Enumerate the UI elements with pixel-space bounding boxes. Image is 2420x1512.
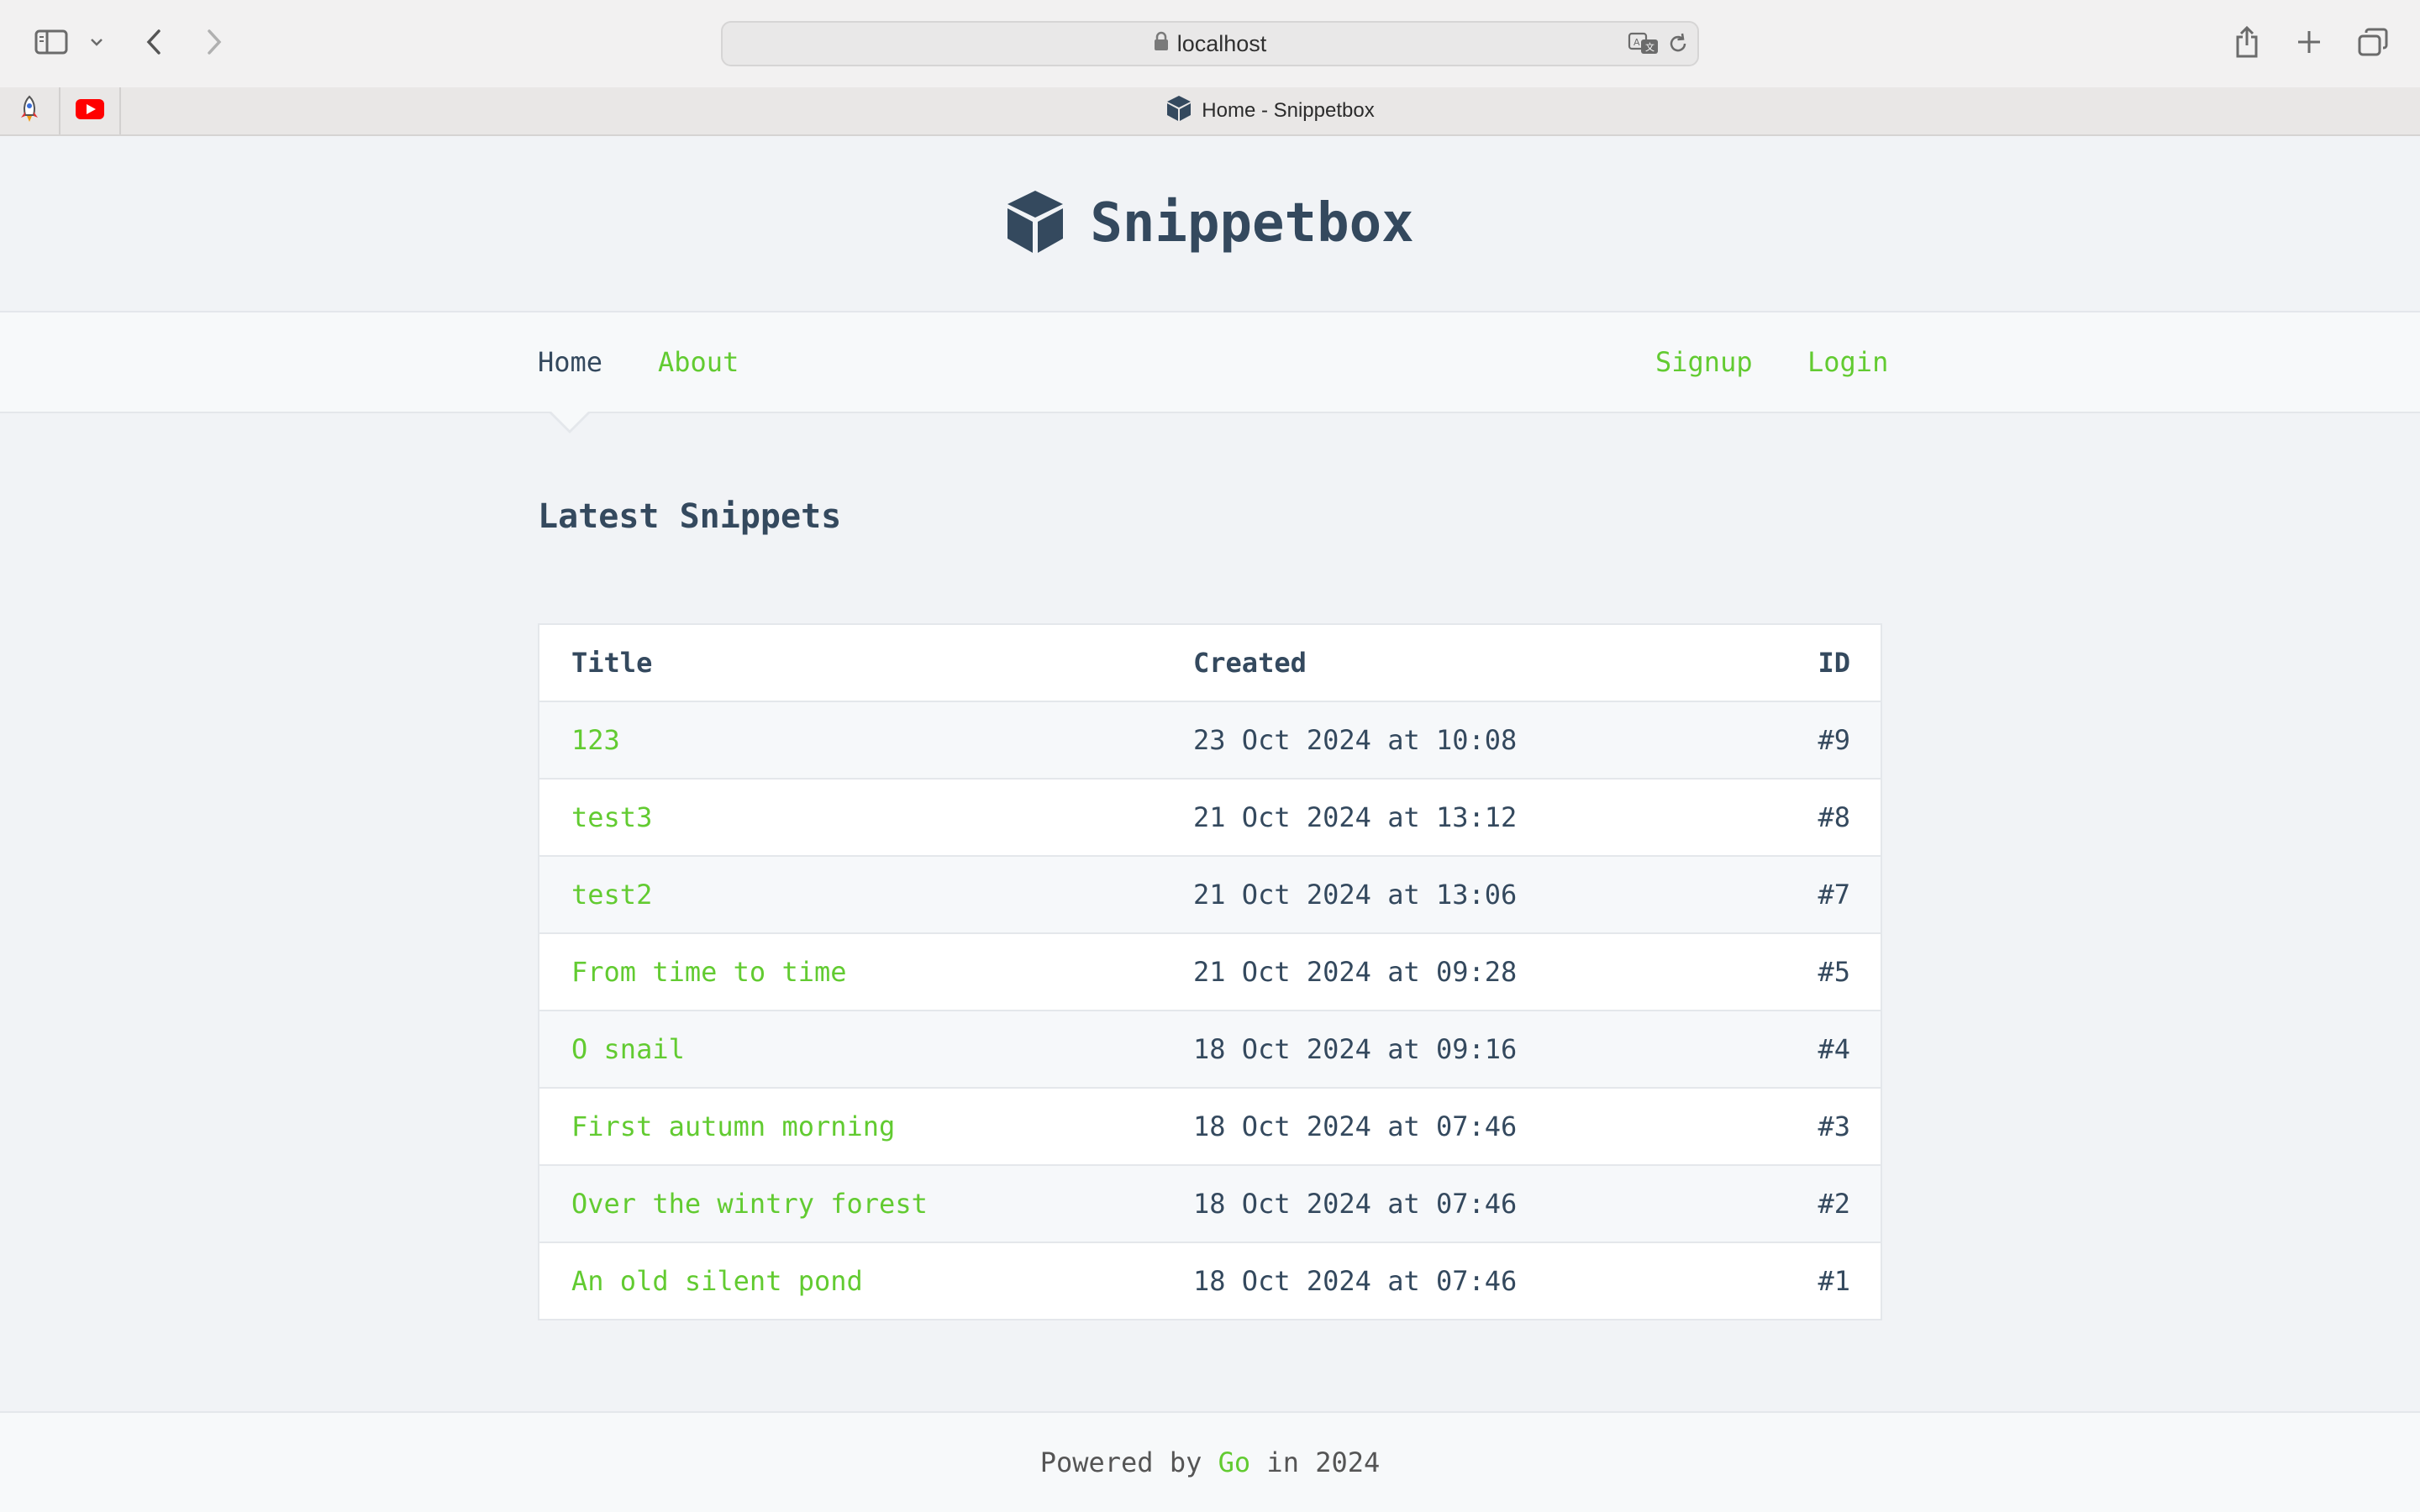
snippet-id: #5: [1818, 956, 1850, 988]
snippet-title-link[interactable]: O snail: [571, 1033, 685, 1065]
snippet-created: 18 Oct 2024 at 07:46: [1193, 1265, 1518, 1297]
page: Snippetbox Home About Signup Login Lates…: [0, 136, 2420, 1512]
snippet-title-link[interactable]: test2: [571, 879, 652, 911]
active-tab[interactable]: Home - Snippetbox: [121, 87, 2420, 134]
snippet-title-link[interactable]: 123: [571, 724, 620, 756]
share-icon[interactable]: [2232, 24, 2262, 60]
address-bar[interactable]: localhost A文: [721, 21, 1699, 66]
chevron-down-icon[interactable]: [87, 34, 106, 50]
nav-login-link[interactable]: Login: [1807, 312, 1888, 412]
snippet-title-link[interactable]: From time to time: [571, 956, 847, 988]
back-icon[interactable]: [141, 25, 166, 59]
youtube-icon: [76, 99, 104, 123]
cube-icon: [1006, 190, 1065, 257]
pinned-tab-rocket[interactable]: [0, 87, 60, 134]
snippet-id: #1: [1818, 1265, 1850, 1297]
site-header: Snippetbox: [0, 136, 2420, 311]
snippet-title-link[interactable]: First autumn morning: [571, 1110, 895, 1142]
table-row: test2 21 Oct 2024 at 13:06 #7: [539, 855, 1881, 932]
tab-title: Home - Snippetbox: [1202, 99, 1375, 122]
snippet-title-link[interactable]: Over the wintry forest: [571, 1188, 928, 1220]
snippet-id: #2: [1818, 1188, 1850, 1220]
snippet-title-link[interactable]: An old silent pond: [571, 1265, 863, 1297]
new-tab-icon[interactable]: [2294, 27, 2324, 57]
table-row: From time to time 21 Oct 2024 at 09:28 #…: [539, 932, 1881, 1010]
snippet-id: #3: [1818, 1110, 1850, 1142]
snippet-id: #4: [1818, 1033, 1850, 1065]
snippet-created: 21 Oct 2024 at 13:06: [1193, 879, 1518, 911]
snippet-created: 18 Oct 2024 at 07:46: [1193, 1188, 1518, 1220]
column-header-created: Created: [1193, 647, 1307, 679]
table-row: 123 23 Oct 2024 at 10:08 #9: [539, 701, 1881, 778]
translate-icon[interactable]: A文: [1627, 31, 1660, 56]
snippet-created: 21 Oct 2024 at 09:28: [1193, 956, 1518, 988]
main-nav: Home About Signup Login: [0, 311, 2420, 413]
svg-text:A: A: [1634, 37, 1640, 48]
site-title-link[interactable]: Snippetbox: [1090, 192, 1413, 255]
table-row: An old silent pond 18 Oct 2024 at 07:46 …: [539, 1242, 1881, 1319]
forward-icon[interactable]: [202, 25, 227, 59]
snippets-table: Title Created ID 123 23 Oct 2024 at 10:0…: [538, 623, 1882, 1320]
footer-suffix: in 2024: [1250, 1446, 1381, 1478]
lock-icon: [1154, 31, 1169, 57]
nav-active-indicator: [551, 412, 588, 430]
table-row: O snail 18 Oct 2024 at 09:16 #4: [539, 1010, 1881, 1087]
site-footer: Powered by Go in 2024: [0, 1411, 2420, 1512]
sidebar-icon[interactable]: [32, 27, 71, 57]
reload-icon[interactable]: [1665, 31, 1691, 56]
tab-bar: Home - Snippetbox: [0, 87, 2420, 136]
column-header-title: Title: [571, 647, 653, 679]
footer-go-link[interactable]: Go: [1218, 1446, 1251, 1478]
pinned-tab-youtube[interactable]: [60, 87, 121, 134]
snippet-id: #8: [1818, 801, 1850, 833]
table-header-row: Title Created ID: [539, 625, 1881, 701]
browser-toolbar: localhost A文: [0, 0, 2420, 87]
column-header-id: ID: [1818, 647, 1850, 679]
footer-prefix: Powered by: [1039, 1446, 1218, 1478]
svg-text:文: 文: [1645, 41, 1655, 53]
table-row: First autumn morning 18 Oct 2024 at 07:4…: [539, 1087, 1881, 1164]
snippet-id: #7: [1818, 879, 1850, 911]
cube-icon: [1166, 95, 1192, 128]
snippet-title-link[interactable]: test3: [571, 801, 652, 833]
tab-overview-icon[interactable]: [2356, 27, 2390, 57]
snippet-id: #9: [1818, 724, 1850, 756]
page-heading: Latest Snippets: [538, 497, 842, 536]
snippet-created: 18 Oct 2024 at 07:46: [1193, 1110, 1518, 1142]
snippet-created: 18 Oct 2024 at 09:16: [1193, 1033, 1518, 1065]
snippet-created: 21 Oct 2024 at 13:12: [1193, 801, 1518, 833]
url-text: localhost: [1176, 30, 1267, 56]
table-row: test3 21 Oct 2024 at 13:12 #8: [539, 778, 1881, 855]
nav-about-link[interactable]: About: [658, 312, 739, 412]
nav-home-link[interactable]: Home: [538, 312, 602, 412]
rocket-icon: [18, 95, 40, 127]
nav-signup-link[interactable]: Signup: [1655, 312, 1753, 412]
snippet-created: 23 Oct 2024 at 10:08: [1193, 724, 1518, 756]
table-row: Over the wintry forest 18 Oct 2024 at 07…: [539, 1164, 1881, 1242]
